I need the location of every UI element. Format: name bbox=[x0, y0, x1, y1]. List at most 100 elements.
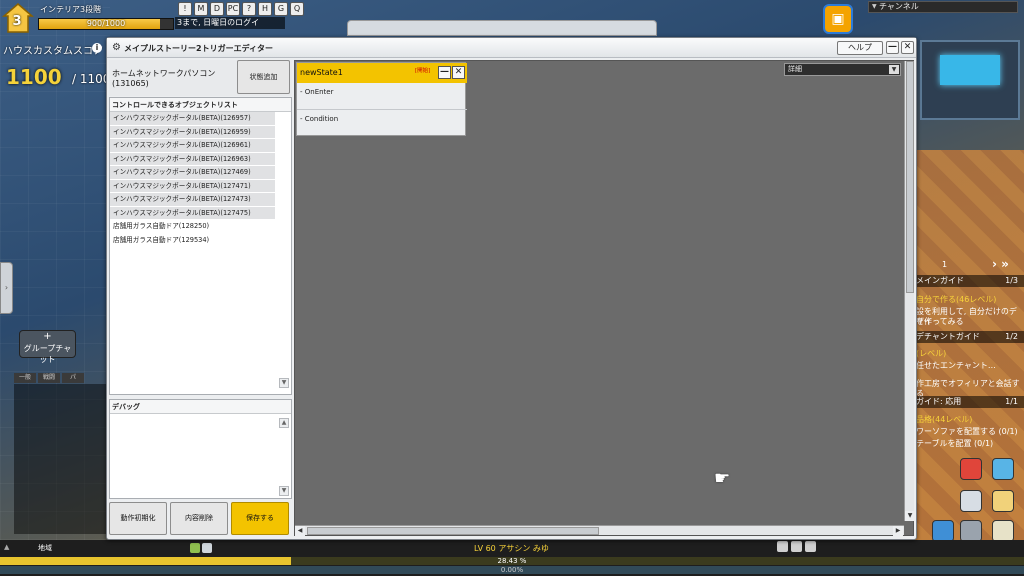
guide-text: 任せたエンチャント… bbox=[916, 361, 996, 370]
guide-row-enchant[interactable]: デチャントガイド 1/2 bbox=[912, 331, 1024, 343]
list-item[interactable]: インハウスマジックポータル(BETA)(126961) bbox=[110, 139, 275, 153]
side-expand-tab[interactable]: › bbox=[0, 262, 13, 314]
group-chat-button[interactable]: + グループチャット bbox=[19, 330, 76, 364]
guide-panel: 1 › » メインガイド 1/3 自分で作る(46レベル) 設を利用して, 自分… bbox=[912, 255, 1024, 455]
cube-icon[interactable]: ▣ bbox=[823, 4, 853, 34]
horizontal-scrollbar[interactable]: ◀ ▶ bbox=[295, 525, 904, 536]
building-icon[interactable] bbox=[960, 520, 982, 542]
camera-icon[interactable] bbox=[791, 541, 802, 552]
detail-dropdown[interactable]: 詳細 ▼ bbox=[784, 63, 901, 76]
guide-row-count: 1/1 bbox=[1005, 397, 1018, 406]
help-button[interactable]: ヘルプ bbox=[837, 41, 883, 55]
group-chat-label: グループチャット bbox=[23, 344, 72, 364]
chat-tab-battle[interactable]: 戦闘 bbox=[38, 373, 60, 383]
home-icon[interactable]: H bbox=[258, 2, 272, 16]
minimize-button[interactable]: — bbox=[438, 66, 451, 79]
build-toolbar[interactable] bbox=[347, 20, 657, 36]
blue-cube-icon[interactable] bbox=[932, 520, 954, 542]
minimize-button[interactable]: — bbox=[886, 41, 899, 54]
gift-icon[interactable] bbox=[960, 458, 982, 480]
close-button[interactable]: ✕ bbox=[452, 66, 465, 79]
list-item[interactable]: インハウスマジックポータル(BETA)(127469) bbox=[110, 166, 275, 180]
house-level: 3 bbox=[12, 14, 22, 29]
pc-icon[interactable]: PC bbox=[226, 2, 240, 16]
vertical-scrollbar[interactable]: ▼ bbox=[904, 61, 915, 521]
gamepad-icon[interactable]: G bbox=[274, 2, 288, 16]
start-badge: [開始] bbox=[415, 68, 431, 74]
guide-row-advanced[interactable]: ガイド: 応用 1/1 bbox=[912, 396, 1024, 408]
interior-progress-bar: 900/1000 bbox=[38, 18, 174, 30]
quick-icons bbox=[932, 458, 1022, 546]
list-item[interactable]: インハウスマジックポータル(BETA)(127471) bbox=[110, 179, 275, 193]
event-ticker: 3まで, 日曜日のログイ bbox=[175, 17, 285, 29]
chat-tab-party[interactable]: パ bbox=[62, 373, 84, 383]
add-state-button[interactable]: 状態追加 bbox=[237, 60, 290, 94]
scroll-up-icon[interactable]: ▲ bbox=[279, 418, 289, 428]
condition-row[interactable]: - Condition bbox=[297, 111, 467, 137]
guide-text: テーブルを配置 (0/1) bbox=[916, 439, 994, 448]
vertical-scroll-thumb[interactable] bbox=[906, 61, 914, 293]
state-canvas[interactable]: newState1 [開始] — ✕ - OnEnter - Condition… bbox=[294, 60, 915, 536]
scroll-right-icon[interactable]: ▶ bbox=[893, 526, 903, 536]
chevron-down-icon: ▼ bbox=[889, 65, 899, 74]
object-list-panel: コントロールできるオブジェクトリスト インハウスマジックポータル(BETA)(1… bbox=[109, 97, 292, 395]
list-item[interactable]: インハウスマジックポータル(BETA)(127475) bbox=[110, 206, 275, 220]
status-icon[interactable] bbox=[190, 543, 200, 553]
target-object-name: ホームネットワークパソコン (131065) bbox=[112, 69, 216, 88]
state-header[interactable]: newState1 [開始] — ✕ bbox=[297, 63, 467, 83]
list-item[interactable]: 店舗用ガラス自動ドア(129534) bbox=[110, 233, 275, 247]
bottom-right-icons bbox=[777, 541, 816, 552]
list-item[interactable]: インハウスマジックポータル(BETA)(126959) bbox=[110, 125, 275, 139]
horizontal-scroll-thumb[interactable] bbox=[307, 527, 599, 535]
guide-row-title: ガイド: 応用 bbox=[916, 397, 962, 406]
menu-icon[interactable] bbox=[805, 541, 816, 552]
guide-row-title: メインガイド bbox=[916, 276, 964, 285]
list-item[interactable]: 店舗用ガラス自動ドア(128250) bbox=[110, 220, 275, 234]
list-item[interactable]: インハウスマジックポータル(BETA)(127473) bbox=[110, 193, 275, 207]
target-object: ホームネットワークパソコン (131065) 状態追加 bbox=[109, 60, 292, 96]
settings-icon[interactable] bbox=[777, 541, 788, 552]
close-button[interactable]: ✕ bbox=[901, 41, 914, 54]
state-node[interactable]: newState1 [開始] — ✕ - OnEnter - Condition bbox=[296, 62, 467, 137]
box-icon[interactable] bbox=[992, 458, 1014, 480]
delete-button[interactable]: 内容削除 bbox=[170, 502, 228, 535]
title-bar[interactable]: ⚙ メイプルストーリー2トリガーエディター ヘルプ — ✕ bbox=[107, 38, 916, 58]
furniture-icon[interactable] bbox=[992, 520, 1014, 542]
chat-log[interactable] bbox=[14, 384, 106, 534]
help-icon[interactable]: ? bbox=[242, 2, 256, 16]
debug-header: デバッグ bbox=[110, 400, 291, 414]
scroll-left-icon[interactable]: ◀ bbox=[295, 526, 305, 536]
chevron-down-icon: ▼ bbox=[872, 3, 877, 10]
channel-selector[interactable]: チャンネル bbox=[868, 1, 1018, 13]
on-enter-row[interactable]: - OnEnter bbox=[297, 84, 467, 110]
shop-icon[interactable] bbox=[960, 490, 982, 512]
guide-row-main[interactable]: メインガイド 1/3 bbox=[912, 275, 1024, 287]
scroll-down-icon[interactable]: ▼ bbox=[279, 378, 289, 388]
region-label: 地域 bbox=[38, 544, 52, 552]
cube-shop-icon[interactable] bbox=[992, 490, 1014, 512]
guide-text: (レベル) bbox=[916, 349, 947, 358]
alert-icon[interactable]: ! bbox=[178, 2, 192, 16]
chat-tab-general[interactable]: 一般 bbox=[14, 373, 36, 383]
score-label: ハウスカスタムスコア bbox=[3, 46, 103, 57]
hand-cursor-icon: ☛ bbox=[714, 468, 731, 489]
search-icon[interactable]: Q bbox=[290, 2, 304, 16]
mail-icon[interactable]: M bbox=[194, 2, 208, 16]
state-name: newState1 bbox=[300, 68, 343, 77]
reset-button[interactable]: 動作初期化 bbox=[109, 502, 167, 535]
xp-text: 28.43 % bbox=[497, 557, 527, 565]
scroll-down-icon[interactable]: ▼ bbox=[279, 486, 289, 496]
save-button[interactable]: 保存する bbox=[231, 502, 289, 535]
xp-bar: 28.43 % bbox=[0, 557, 1024, 565]
guide-next-icon[interactable]: › » bbox=[992, 257, 1009, 271]
scroll-down-icon[interactable]: ▼ bbox=[905, 511, 915, 521]
arrow-up-icon[interactable]: ▲ bbox=[4, 543, 14, 553]
status-icon[interactable] bbox=[202, 543, 212, 553]
dungeon-icon[interactable]: D bbox=[210, 2, 224, 16]
info-icon[interactable]: i bbox=[92, 43, 102, 53]
top-icon-bar: ! M D PC ? H G Q bbox=[178, 2, 304, 16]
list-item[interactable]: インハウスマジックポータル(BETA)(126963) bbox=[110, 152, 275, 166]
list-item[interactable]: インハウスマジックポータル(BETA)(126957) bbox=[110, 112, 275, 126]
chat-tabs: 一般 戦闘 パ bbox=[14, 373, 84, 383]
guide-text: 自分で作る(46レベル) bbox=[916, 295, 997, 304]
